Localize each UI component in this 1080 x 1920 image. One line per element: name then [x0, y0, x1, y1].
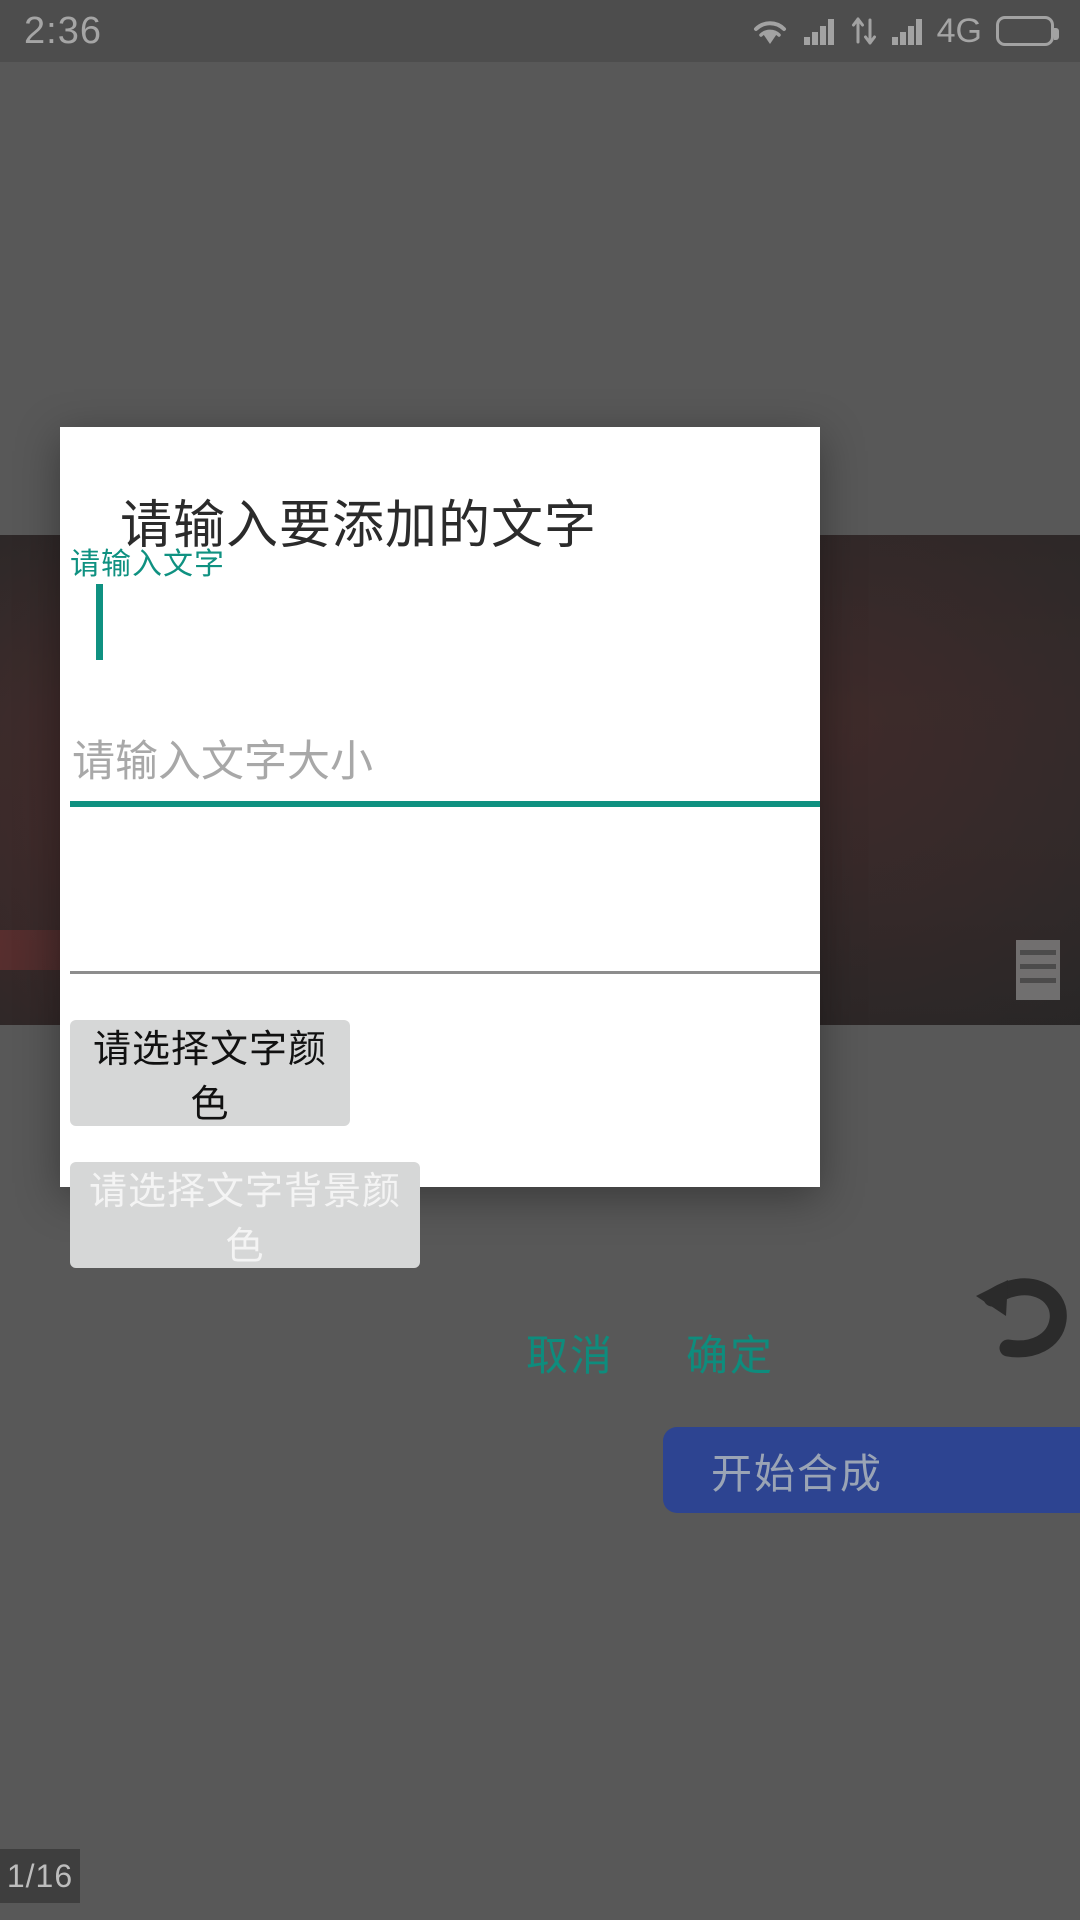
- text-input-row: [70, 584, 810, 660]
- confirm-button[interactable]: 确定: [675, 1322, 785, 1379]
- cancel-button[interactable]: 取消: [515, 1322, 625, 1379]
- page-counter: 1/16: [0, 1849, 80, 1903]
- text-cursor: [96, 584, 103, 660]
- text-input-underline: [70, 801, 820, 807]
- start-composite-button[interactable]: 开始合成: [663, 1427, 1080, 1513]
- undo-button[interactable]: [962, 1258, 1074, 1370]
- select-text-background-color-button[interactable]: 请选择文字背景颜色: [70, 1162, 420, 1268]
- text-size-input[interactable]: [70, 727, 820, 797]
- select-text-color-button[interactable]: 请选择文字颜色: [70, 1020, 350, 1126]
- text-input[interactable]: [70, 587, 810, 647]
- undo-arrow-icon: [976, 1278, 1067, 1358]
- text-size-input-underline: [70, 971, 820, 974]
- add-text-dialog: 请输入要添加的文字 请输入文字 请选择文字颜色 请选择文字背景颜色 取消 确定: [60, 427, 820, 1379]
- text-input-label: 请输入文字: [70, 548, 225, 581]
